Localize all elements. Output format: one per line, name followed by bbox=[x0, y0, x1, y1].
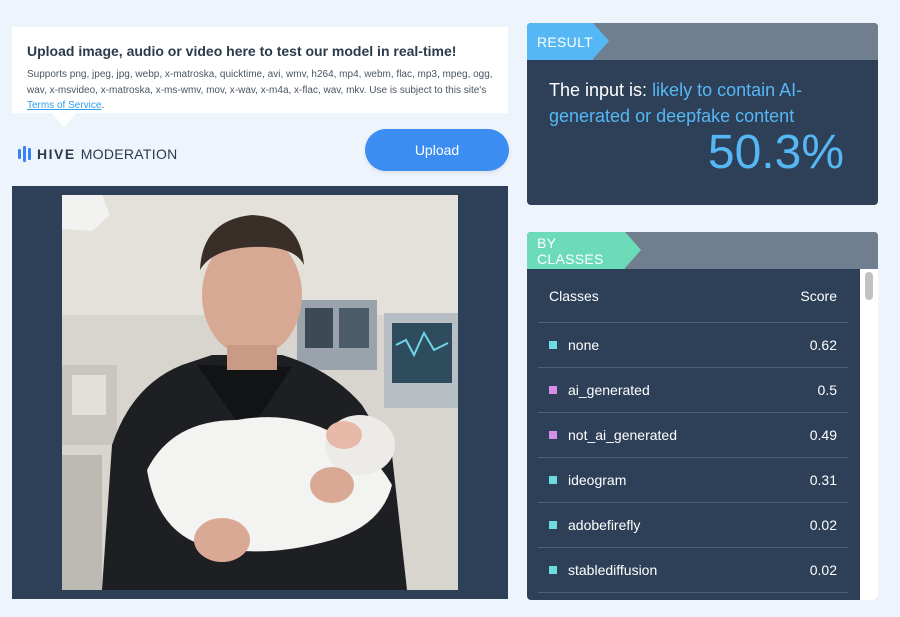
class-color-swatch bbox=[549, 341, 557, 349]
class-color-swatch bbox=[549, 566, 557, 574]
class-name: adobefirefly bbox=[568, 517, 641, 533]
class-row: adobefirefly 0.02 bbox=[538, 503, 848, 548]
class-color-swatch bbox=[549, 521, 557, 529]
classes-panel: BY CLASSES Classes Score none 0.62 ai_gene… bbox=[527, 232, 878, 600]
tos-suffix: . bbox=[101, 100, 105, 111]
class-color-swatch bbox=[549, 476, 557, 484]
class-score: 0.31 bbox=[809, 472, 837, 488]
result-tag: RESULT bbox=[527, 23, 609, 60]
class-score: 0.62 bbox=[809, 337, 837, 353]
class-name: ideogram bbox=[568, 472, 627, 488]
class-score: 0.5 bbox=[817, 382, 837, 398]
classes-tag: BY CLASSES bbox=[527, 232, 641, 269]
classes-header: BY CLASSES bbox=[527, 232, 878, 269]
class-name: not_ai_generated bbox=[568, 427, 677, 443]
upload-info-callout: Upload image, audio or video here to tes… bbox=[12, 27, 508, 127]
supported-formats-list: Supports png, jpeg, jpg, webp, x-matrosk… bbox=[27, 69, 493, 96]
class-score: 0.49 bbox=[809, 427, 837, 443]
classes-scrollbar[interactable] bbox=[860, 269, 878, 600]
logo-text-hive: HIVE bbox=[37, 146, 76, 162]
result-percent: 50.3% bbox=[707, 126, 844, 179]
logo-text-moderation: MODERATION bbox=[80, 146, 178, 162]
class-row: stablediffusion 0.02 bbox=[538, 548, 848, 593]
scrollbar-thumb[interactable] bbox=[865, 272, 873, 300]
hive-logo-icon bbox=[18, 146, 31, 162]
class-name: ai_generated bbox=[568, 382, 650, 398]
upload-button[interactable]: Upload bbox=[365, 129, 509, 171]
classes-table: Classes Score none 0.62 ai_generated 0.5 not… bbox=[538, 269, 848, 593]
class-score: 0.02 bbox=[809, 562, 837, 578]
class-name: stablediffusion bbox=[568, 562, 658, 578]
result-prefix: The input is: bbox=[549, 80, 653, 100]
class-color-swatch bbox=[549, 431, 557, 439]
result-statement: The input is: likely to contain AI-gener… bbox=[549, 77, 849, 129]
upload-title: Upload image, audio or video here to tes… bbox=[27, 43, 457, 59]
classes-table-header: Classes Score bbox=[538, 269, 848, 323]
uploaded-photo bbox=[62, 195, 458, 590]
class-row: ai_generated 0.5 bbox=[538, 368, 848, 413]
class-color-swatch bbox=[549, 386, 557, 394]
class-row: ideogram 0.31 bbox=[538, 458, 848, 503]
class-score: 0.02 bbox=[809, 517, 837, 533]
supported-formats-text: Supports png, jpeg, jpg, webp, x-matrosk… bbox=[27, 67, 494, 114]
result-panel: RESULT The input is: likely to contain A… bbox=[527, 23, 878, 205]
class-row: none 0.62 bbox=[538, 323, 848, 368]
column-header-score: Score bbox=[800, 287, 837, 304]
column-header-classes: Classes bbox=[549, 287, 599, 304]
class-name: none bbox=[568, 337, 600, 353]
result-header: RESULT bbox=[527, 23, 878, 60]
terms-of-service-link[interactable]: Terms of Service bbox=[27, 100, 101, 111]
image-preview-panel bbox=[12, 186, 508, 599]
class-row: not_ai_generated 0.49 bbox=[538, 413, 848, 458]
hive-moderation-logo: HIVE MODERATION bbox=[18, 146, 178, 162]
